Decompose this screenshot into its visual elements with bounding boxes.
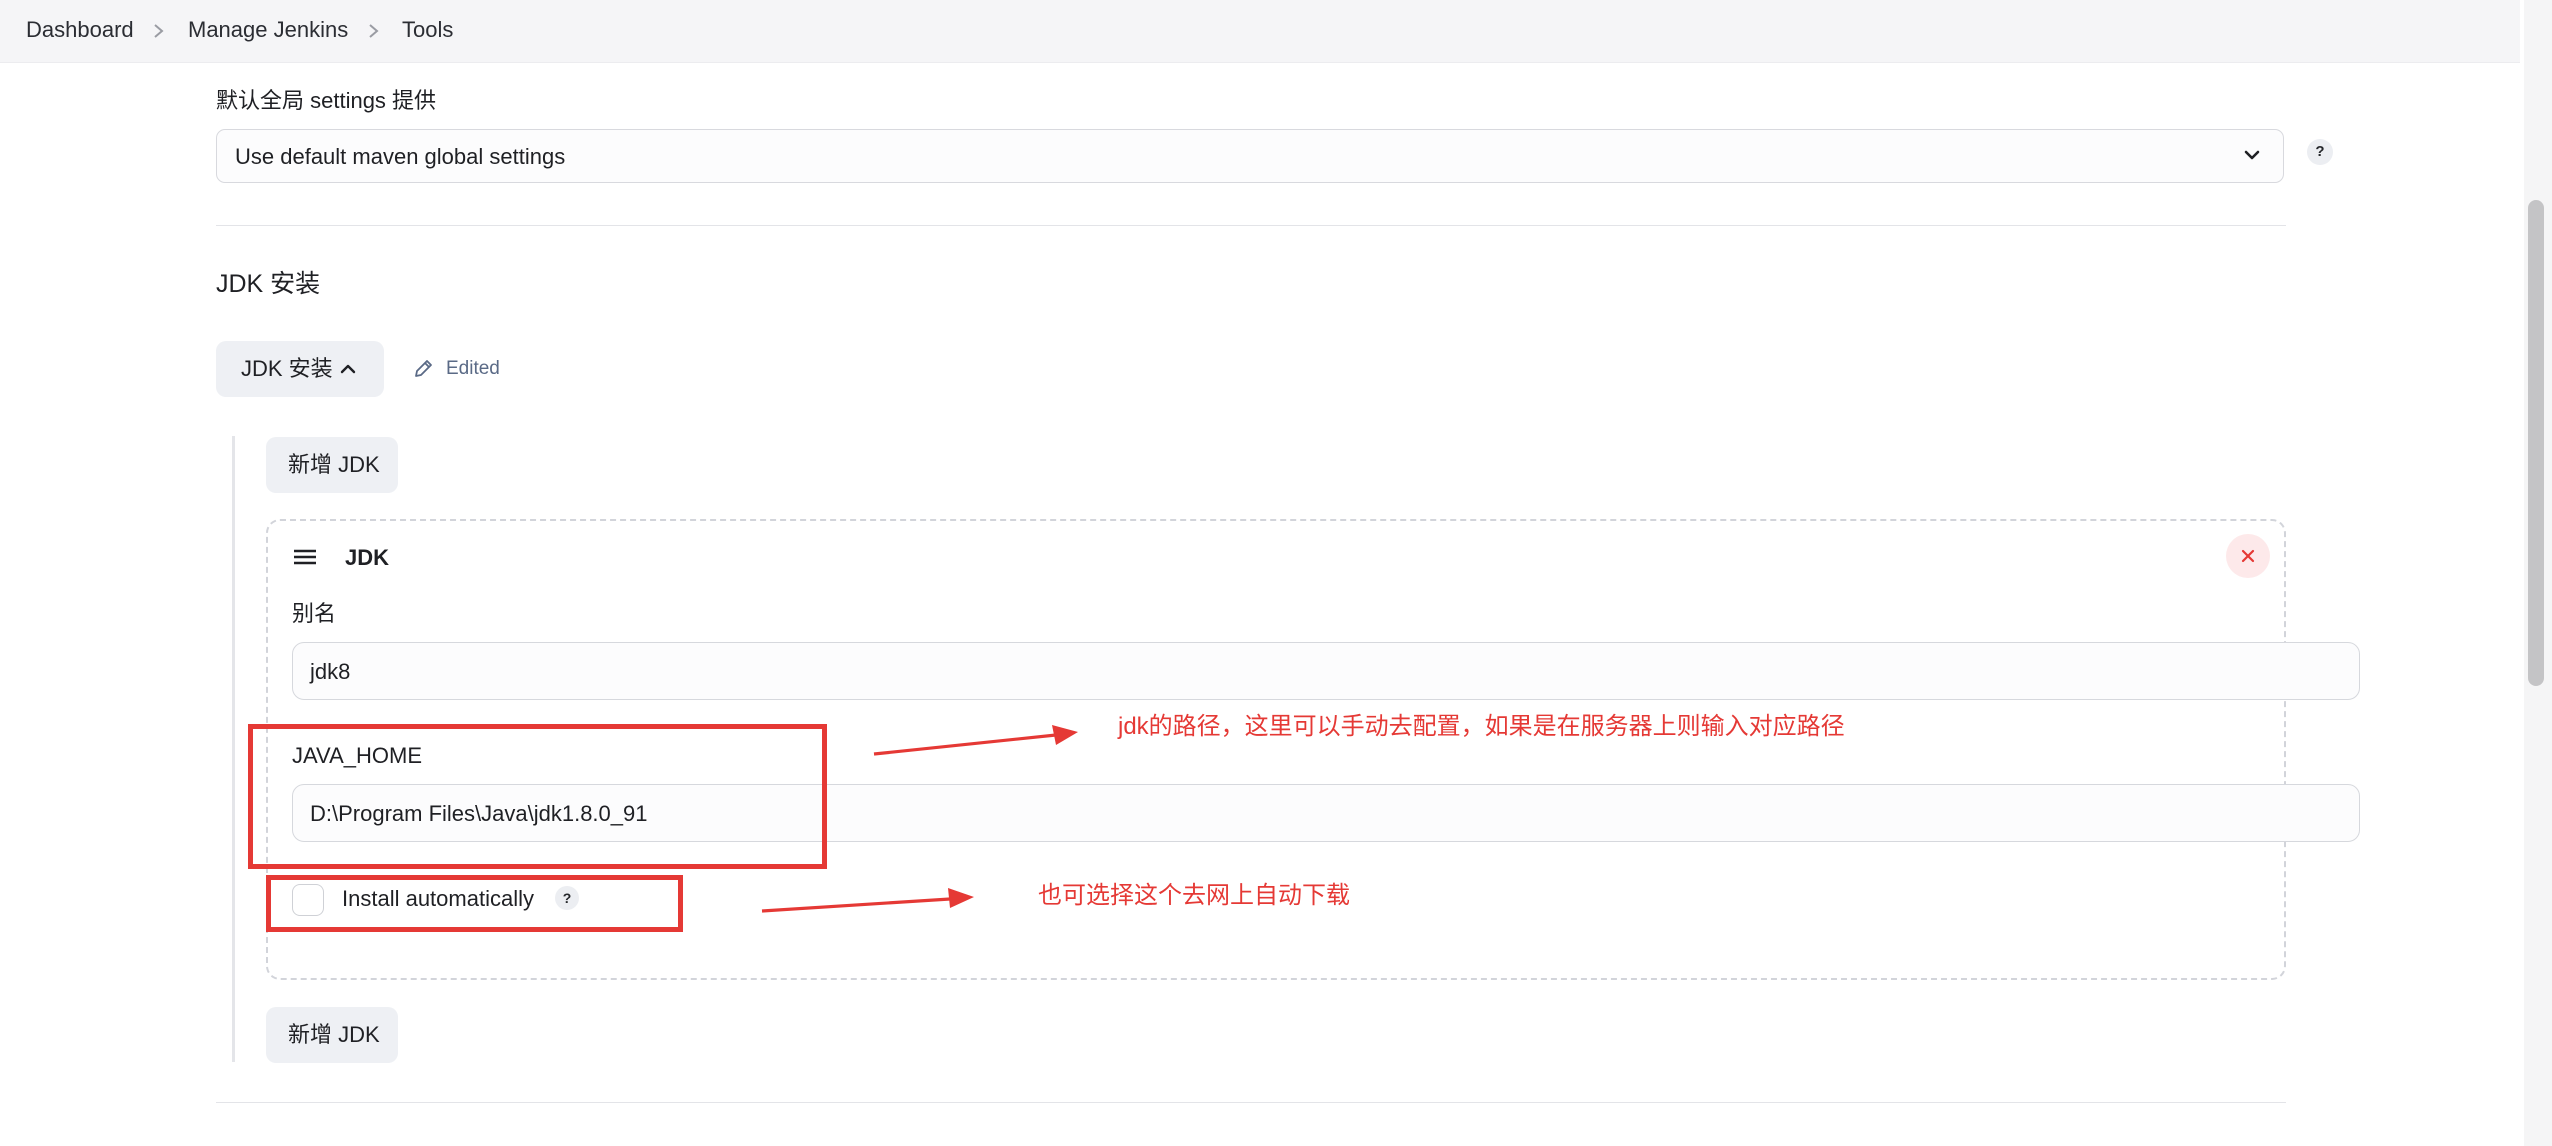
- breadcrumb-dashboard[interactable]: Dashboard: [26, 17, 134, 43]
- jdk-section-title: JDK 安装: [216, 270, 321, 298]
- breadcrumb-manage-jenkins[interactable]: Manage Jenkins: [188, 17, 348, 43]
- breadcrumb-separator-icon: [367, 18, 381, 50]
- annotation-highlight-box-java-home: [248, 724, 827, 869]
- annotation-auto-note: 也可选择这个去网上自动下载: [1038, 882, 1350, 909]
- annotation-arrow-icon: [873, 725, 1078, 756]
- chevron-down-icon: [2241, 142, 2263, 168]
- add-jdk-button-bottom[interactable]: 新增 JDK: [266, 1007, 398, 1063]
- alias-value: jdk8: [310, 659, 351, 684]
- add-jdk-label: 新增 JDK: [288, 452, 380, 477]
- close-icon: [2241, 549, 2255, 563]
- add-jdk-label: 新增 JDK: [288, 1022, 380, 1047]
- edited-label: Edited: [446, 358, 500, 379]
- section-divider: [216, 1102, 2286, 1103]
- pencil-icon: [411, 356, 435, 387]
- drag-handle-icon[interactable]: [292, 544, 318, 575]
- maven-settings-select[interactable]: Use default maven global settings: [216, 129, 2284, 183]
- add-jdk-button[interactable]: 新增 JDK: [266, 437, 398, 493]
- breadcrumb-tools[interactable]: Tools: [402, 17, 453, 43]
- scrollbar-thumb[interactable]: [2528, 200, 2544, 686]
- maven-settings-help-icon[interactable]: ?: [2307, 139, 2333, 165]
- annotation-arrow-icon: [761, 888, 974, 913]
- chevron-up-icon: [338, 356, 358, 388]
- alias-label: 别名: [292, 601, 337, 626]
- jdk-toggle-label: JDK 安装: [241, 356, 333, 381]
- jdk-section-toggle-button[interactable]: JDK 安装: [216, 341, 384, 397]
- nested-section-guide: [232, 436, 235, 1062]
- annotation-path-note: jdk的路径，这里可以手动去配置，如果是在服务器上则输入对应路径: [1118, 713, 1845, 740]
- alias-input[interactable]: jdk8: [292, 642, 2360, 700]
- maven-settings-selected-value: Use default maven global settings: [235, 144, 566, 169]
- delete-jdk-button[interactable]: [2226, 534, 2270, 578]
- breadcrumb-separator-icon: [152, 18, 166, 50]
- section-divider: [216, 225, 2286, 226]
- jdk-card-title: JDK: [345, 545, 390, 570]
- annotation-highlight-box-install: [266, 875, 683, 932]
- maven-settings-label: 默认全局 settings 提供: [216, 88, 437, 113]
